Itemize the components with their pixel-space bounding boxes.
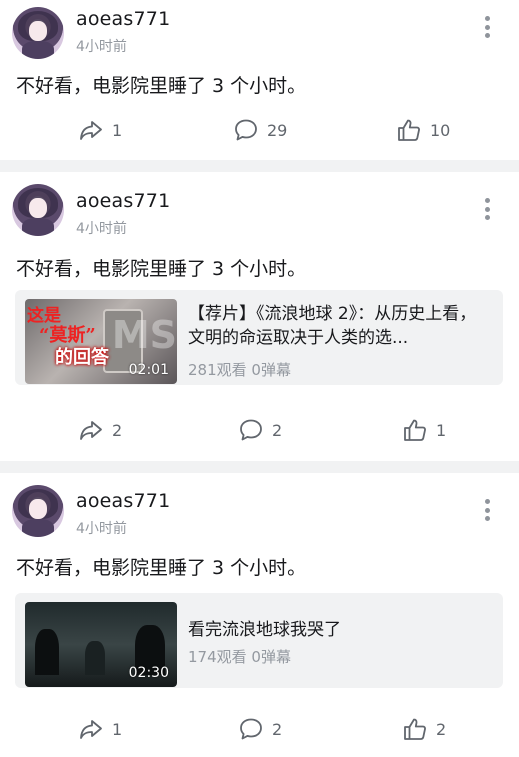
share-icon bbox=[80, 421, 102, 440]
comment-icon bbox=[240, 419, 262, 441]
like-button[interactable]: 1 bbox=[402, 415, 446, 445]
share-button[interactable]: 2 bbox=[78, 415, 122, 445]
feed-post[interactable]: aoeas771 4小时前 不好看，电影院里睡了 3 个小时。 1 29 10 bbox=[0, 0, 519, 160]
video-stats: 174观看 0弹幕 bbox=[188, 648, 291, 666]
dynamic-feed: aoeas771 4小时前 不好看，电影院里睡了 3 个小时。 1 29 10 … bbox=[0, 0, 519, 757]
more-icon[interactable] bbox=[478, 497, 496, 523]
post-text: 不好看，电影院里睡了 3 个小时。 bbox=[16, 75, 307, 97]
like-icon bbox=[404, 419, 426, 441]
video-duration: 02:01 bbox=[128, 362, 169, 378]
action-bar: 2 2 1 bbox=[0, 415, 519, 445]
username[interactable]: aoeas771 bbox=[76, 490, 170, 512]
video-stats: 281观看 0弹幕 bbox=[188, 361, 291, 379]
video-title: 看完流浪地球我哭了 bbox=[188, 620, 341, 640]
like-count: 2 bbox=[436, 719, 447, 739]
video-thumbnail: 02:30 bbox=[25, 602, 177, 687]
share-button[interactable]: 1 bbox=[78, 714, 122, 744]
video-card[interactable]: MS 这是 “莫斯” 的回答 02:01 【荐片】《流浪地球 2》：从历史上看，… bbox=[15, 290, 503, 385]
avatar[interactable] bbox=[12, 184, 64, 236]
share-icon bbox=[80, 121, 102, 140]
like-icon bbox=[398, 119, 420, 141]
action-bar: 1 2 2 bbox=[0, 714, 519, 744]
post-time: 4小时前 bbox=[76, 221, 127, 237]
video-duration: 02:30 bbox=[128, 665, 169, 681]
post-text: 不好看，电影院里睡了 3 个小时。 bbox=[16, 557, 307, 579]
video-title: 【荐片】《流浪地球 2》：从历史上看，文明的命运取决于人类的选... bbox=[188, 304, 477, 348]
comment-button[interactable]: 2 bbox=[238, 415, 282, 445]
post-text: 不好看，电影院里睡了 3 个小时。 bbox=[16, 258, 307, 280]
post-time: 4小时前 bbox=[76, 39, 127, 55]
comment-button[interactable]: 29 bbox=[233, 115, 287, 145]
video-thumbnail: MS 这是 “莫斯” 的回答 02:01 bbox=[25, 299, 177, 384]
like-button[interactable]: 10 bbox=[396, 115, 450, 145]
comment-count: 2 bbox=[272, 719, 283, 739]
avatar[interactable] bbox=[12, 7, 64, 59]
like-count: 1 bbox=[436, 420, 447, 440]
like-count: 10 bbox=[430, 120, 451, 140]
comment-icon bbox=[235, 119, 257, 141]
comment-button[interactable]: 2 bbox=[238, 714, 282, 744]
post-divider bbox=[0, 461, 519, 473]
like-icon bbox=[404, 718, 426, 740]
more-icon[interactable] bbox=[478, 196, 496, 222]
post-time: 4小时前 bbox=[76, 521, 127, 537]
username[interactable]: aoeas771 bbox=[76, 190, 170, 212]
video-card[interactable]: 02:30 看完流浪地球我哭了 174观看 0弹幕 bbox=[15, 593, 503, 688]
username[interactable]: aoeas771 bbox=[76, 8, 170, 30]
feed-post[interactable]: aoeas771 4小时前 不好看，电影院里睡了 3 个小时。 02:30 看完… bbox=[0, 473, 519, 757]
share-count: 2 bbox=[112, 420, 123, 440]
share-button[interactable]: 1 bbox=[78, 115, 122, 145]
comment-icon bbox=[240, 718, 262, 740]
post-divider bbox=[0, 160, 519, 172]
avatar[interactable] bbox=[12, 485, 64, 537]
like-button[interactable]: 2 bbox=[402, 714, 446, 744]
feed-post[interactable]: aoeas771 4小时前 不好看，电影院里睡了 3 个小时。 MS 这是 “莫… bbox=[0, 172, 519, 461]
comment-count: 29 bbox=[267, 120, 288, 140]
comment-count: 2 bbox=[272, 420, 283, 440]
share-icon bbox=[80, 720, 102, 739]
share-count: 1 bbox=[112, 719, 123, 739]
share-count: 1 bbox=[112, 120, 123, 140]
action-bar: 1 29 10 bbox=[0, 115, 519, 145]
more-icon[interactable] bbox=[478, 14, 496, 40]
